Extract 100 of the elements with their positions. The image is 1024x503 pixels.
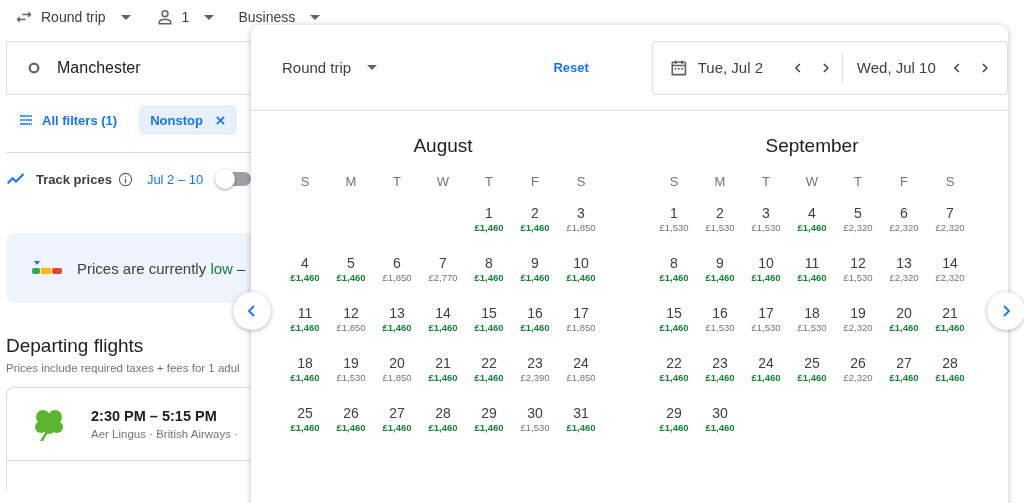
- day-number[interactable]: 22: [666, 355, 682, 372]
- day-number[interactable]: 25: [804, 355, 820, 372]
- day-number[interactable]: 20: [896, 305, 912, 322]
- day-price: £2,320: [935, 272, 965, 284]
- day-number[interactable]: 15: [481, 305, 497, 322]
- section-heading: Departing flights: [6, 335, 145, 357]
- day-number[interactable]: 14: [435, 305, 451, 322]
- day-price: £1,530: [797, 322, 827, 334]
- day-number[interactable]: 13: [896, 255, 912, 272]
- day-number[interactable]: 23: [712, 355, 728, 372]
- day-number[interactable]: 16: [527, 305, 543, 322]
- day-number[interactable]: 5: [347, 255, 355, 272]
- day-number[interactable]: 22: [481, 355, 497, 372]
- weekday-label: S: [299, 173, 311, 191]
- day-number[interactable]: 23: [527, 355, 543, 372]
- day-number[interactable]: 17: [573, 305, 589, 322]
- day-number[interactable]: 4: [301, 255, 309, 272]
- day-price: £1,460: [705, 422, 735, 434]
- passengers-dropdown[interactable]: 1: [154, 7, 215, 27]
- day-number[interactable]: 3: [577, 205, 585, 222]
- day-number[interactable]: 2: [716, 205, 724, 222]
- day-price: £2,320: [935, 222, 965, 234]
- day-price: £1,460: [751, 372, 781, 384]
- toggle-switch[interactable]: [217, 172, 252, 186]
- day-number[interactable]: 6: [900, 205, 908, 222]
- day-price: £1,460: [290, 322, 320, 334]
- day-price: £1,460: [659, 322, 689, 334]
- day-number[interactable]: 24: [758, 355, 774, 372]
- day-number[interactable]: 1: [670, 205, 678, 222]
- day-number[interactable]: 17: [758, 305, 774, 322]
- day-price: £1,460: [520, 222, 550, 234]
- day-number[interactable]: 8: [670, 255, 678, 272]
- day-number[interactable]: 6: [393, 255, 401, 272]
- day-price: £1,460: [797, 272, 827, 284]
- day-number[interactable]: 31: [573, 405, 589, 422]
- day-number[interactable]: 12: [850, 255, 866, 272]
- day-number[interactable]: 11: [804, 255, 820, 272]
- day-number[interactable]: 5: [854, 205, 862, 222]
- day-number[interactable]: 7: [946, 205, 954, 222]
- day-number[interactable]: 19: [343, 355, 359, 372]
- day-number[interactable]: 30: [712, 405, 728, 422]
- day-price: £1,530: [705, 222, 735, 234]
- day-number[interactable]: 12: [343, 305, 359, 322]
- day-number[interactable]: 26: [850, 355, 866, 372]
- day-number[interactable]: 27: [389, 405, 405, 422]
- day-number[interactable]: 10: [573, 255, 589, 272]
- day-number[interactable]: 21: [435, 355, 451, 372]
- day-price: £1,850: [566, 372, 596, 384]
- day-number[interactable]: 10: [758, 255, 774, 272]
- day-number[interactable]: 8: [485, 255, 493, 272]
- cabin-class-dropdown[interactable]: Business: [238, 9, 321, 25]
- day-number[interactable]: 9: [716, 255, 724, 272]
- day-number[interactable]: 29: [481, 405, 497, 422]
- day-number[interactable]: 19: [850, 305, 866, 322]
- day-price: £1,460: [705, 272, 735, 284]
- day-number[interactable]: 4: [808, 205, 816, 222]
- day-price: £1,460: [797, 372, 827, 384]
- chevron-right-icon: [1000, 304, 1012, 318]
- day-number[interactable]: 30: [527, 405, 543, 422]
- day-number[interactable]: 29: [666, 405, 682, 422]
- day-price: £1,850: [566, 222, 596, 234]
- month-title: August: [412, 135, 474, 158]
- day-number[interactable]: 25: [297, 405, 313, 422]
- day-price: £1,460: [797, 222, 827, 234]
- reset-button[interactable]: Reset: [553, 60, 632, 75]
- day-number[interactable]: 18: [297, 355, 313, 372]
- day-number[interactable]: 27: [896, 355, 912, 372]
- day-price: £1,530: [659, 222, 689, 234]
- day-price: £1,850: [336, 322, 366, 334]
- trip-type-dropdown[interactable]: Round trip: [14, 7, 131, 27]
- departure-date[interactable]: Tue, Jul 2: [697, 59, 793, 76]
- day-price: £1,460: [889, 322, 919, 334]
- day-number[interactable]: 2: [531, 205, 539, 222]
- filter-chip[interactable]: Nonstop: [139, 105, 237, 135]
- day-number[interactable]: 3: [762, 205, 770, 222]
- flight-times: 2:30 PM – 5:15 PM: [91, 408, 218, 424]
- day-number[interactable]: 20: [389, 355, 405, 372]
- day-number[interactable]: 13: [389, 305, 405, 322]
- day-number[interactable]: 28: [435, 405, 451, 422]
- day-number[interactable]: 26: [343, 405, 359, 422]
- airline-names: Aer Lingus · British Airways ·: [91, 428, 238, 440]
- day-number[interactable]: 1: [485, 205, 493, 222]
- weekday-label: W: [804, 173, 820, 191]
- trip-type-dropdown[interactable]: Round trip: [282, 59, 524, 76]
- day-number[interactable]: 18: [804, 305, 820, 322]
- day-number[interactable]: 28: [942, 355, 958, 372]
- day-price: £1,530: [751, 322, 781, 334]
- day-number[interactable]: 11: [297, 305, 313, 322]
- day-number[interactable]: 14: [942, 255, 958, 272]
- day-number[interactable]: 15: [666, 305, 682, 322]
- return-date[interactable]: Wed, Jul 10: [856, 59, 952, 76]
- all-filters-button[interactable]: All filters (1): [18, 112, 118, 128]
- day-price: £1,460: [382, 322, 412, 334]
- day-number[interactable]: 7: [439, 255, 447, 272]
- day-number[interactable]: 9: [531, 255, 539, 272]
- day-price: £1,460: [290, 422, 320, 434]
- day-number[interactable]: 24: [573, 355, 589, 372]
- day-number[interactable]: 16: [712, 305, 728, 322]
- day-number[interactable]: 21: [942, 305, 958, 322]
- weekday-label: S: [575, 173, 587, 191]
